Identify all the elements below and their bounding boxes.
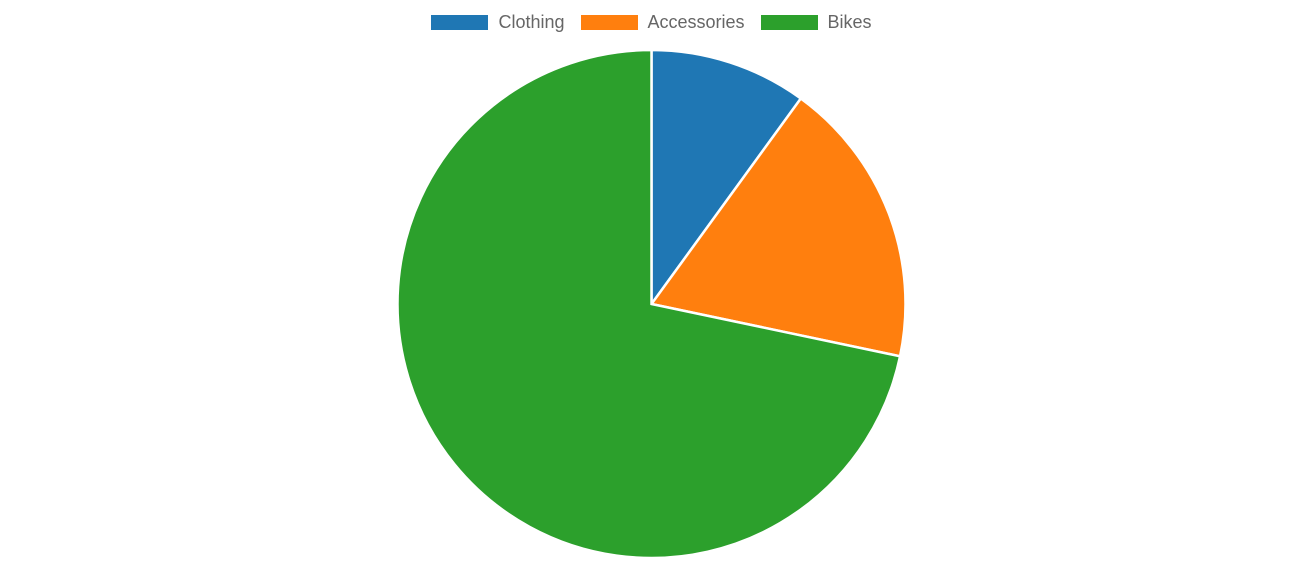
pie-chart [396, 48, 907, 560]
